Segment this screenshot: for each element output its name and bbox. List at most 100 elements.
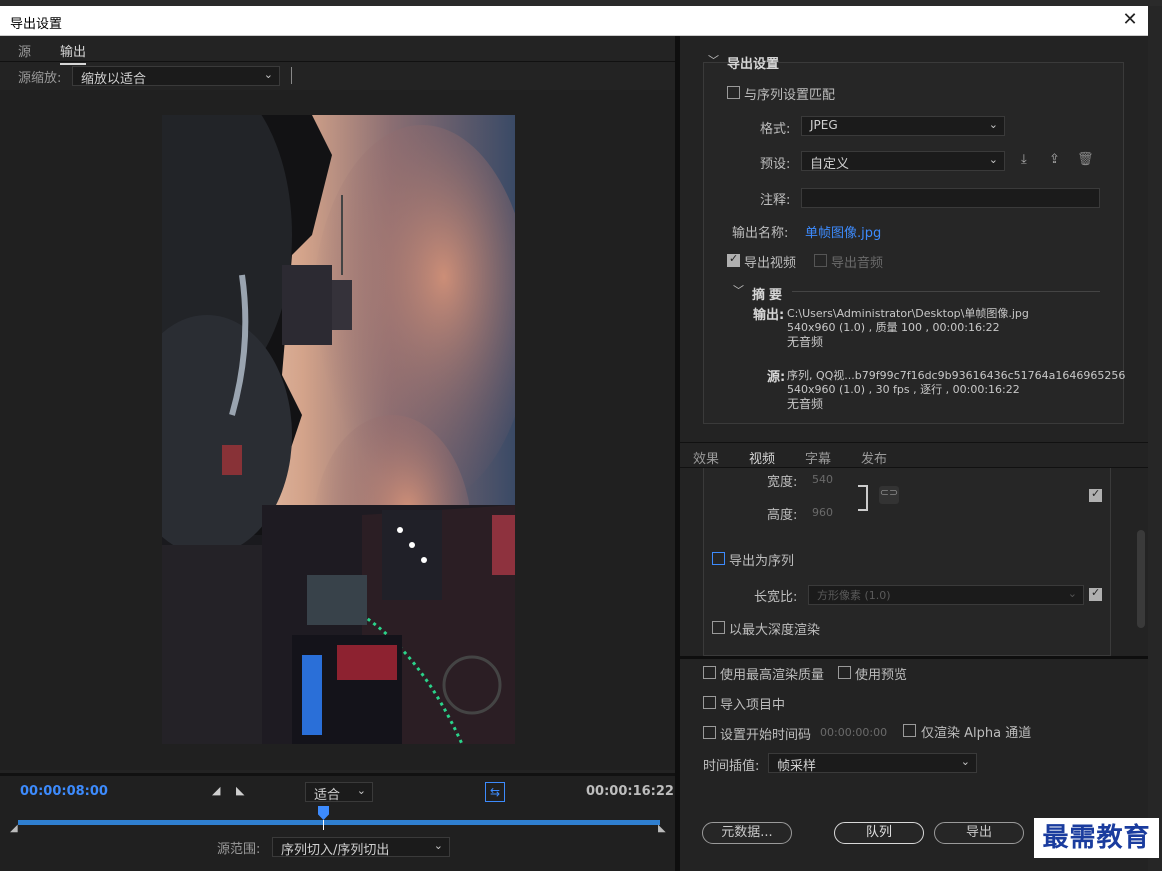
link-bracket	[858, 485, 868, 511]
dialog-title-bar: 导出设置 ✕	[0, 6, 1148, 36]
end-timecode: 00:00:16:22	[586, 784, 674, 799]
playhead-handle[interactable]	[318, 806, 329, 820]
export-button[interactable]: 导出	[934, 822, 1024, 844]
export-audio-checkbox[interactable]	[814, 254, 827, 267]
import-project-checkbox[interactable]	[703, 696, 716, 709]
alpha-only-checkbox[interactable]	[903, 724, 916, 737]
aspect-label: 长宽比:	[754, 590, 798, 605]
dialog-title: 导出设置	[10, 17, 63, 32]
source-zoom-value: 缩放以适合	[81, 72, 147, 87]
max-depth-checkbox[interactable]	[712, 621, 725, 634]
export-as-sequence-checkbox[interactable]	[712, 552, 725, 565]
source-range-value: 序列切入/序列切出	[281, 843, 390, 858]
tab-output[interactable]: 输出	[60, 41, 87, 65]
source-range-select[interactable]: 序列切入/序列切出 ⌄	[272, 837, 450, 858]
settings-tabs: 效果 视频 字幕 发布	[680, 442, 1148, 472]
link-dimensions-icon[interactable]: ⊂⊃	[879, 486, 899, 504]
max-quality-label: 使用最高渲染质量	[720, 668, 825, 683]
source-range-label: 源范围:	[217, 842, 261, 857]
aspect-toggle-icon[interactable]: ⇆	[485, 782, 505, 802]
tab-effects[interactable]: 效果	[693, 448, 719, 467]
comment-input[interactable]	[801, 188, 1100, 208]
format-value: JPEG	[810, 118, 838, 132]
interpolation-select[interactable]: 帧采样 ⌄	[768, 753, 977, 774]
summary-rule	[792, 291, 1100, 292]
chevron-down-icon[interactable]: ﹀	[733, 282, 744, 298]
watermark-logo: 最需教育	[1034, 818, 1159, 858]
out-point-handle[interactable]: ◣	[658, 823, 666, 834]
mark-in-icon[interactable]: ◢	[212, 784, 220, 797]
match-source-aspect-checkbox[interactable]	[1089, 586, 1102, 601]
playhead-line	[323, 820, 324, 830]
output-name-link[interactable]: 单帧图像.jpg	[805, 222, 881, 241]
fit-value: 适合	[314, 788, 341, 803]
summary-title: 摘要	[752, 288, 787, 303]
source-zoom-select[interactable]: 缩放以适合 ⌄	[72, 66, 280, 87]
export-settings-title: 导出设置	[727, 57, 780, 72]
background-app-edge	[1148, 6, 1162, 871]
match-sequence-checkbox[interactable]	[727, 86, 740, 99]
interpolation-label: 时间插值:	[703, 759, 760, 774]
save-preset-icon[interactable]: ⤓	[1021, 152, 1027, 167]
start-timecode-checkbox[interactable]	[703, 726, 716, 739]
chevron-down-icon: ⌄	[988, 153, 998, 166]
summary-source-audio: 无音频	[787, 397, 824, 411]
chevron-down-icon: ⌄	[988, 118, 998, 131]
delete-preset-icon[interactable]: 🗑	[1077, 152, 1094, 167]
current-timecode[interactable]: 00:00:08:00	[20, 784, 108, 799]
preview-tabs: 源 输出	[0, 36, 675, 65]
mark-out-icon[interactable]: ◣	[236, 784, 244, 797]
queue-button[interactable]: 队列	[834, 822, 924, 844]
zoom-separator	[291, 67, 292, 84]
width-label: 宽度:	[767, 475, 798, 490]
chevron-down-icon: ⌄	[433, 839, 443, 852]
chevron-down-icon[interactable]: ﹀	[708, 52, 719, 68]
format-select[interactable]: JPEG ⌄	[801, 116, 1005, 136]
match-sequence-label: 与序列设置匹配	[744, 88, 836, 103]
fit-select[interactable]: 适合 ⌄	[305, 782, 373, 803]
summary-source-label: 源:	[767, 370, 786, 385]
aspect-select[interactable]: 方形像素 (1.0) ⌄	[808, 585, 1084, 605]
tab-publish[interactable]: 发布	[861, 448, 887, 467]
max-depth-label: 以最大深度渲染	[729, 623, 821, 638]
timeline-panel: 00:00:08:00 ◢ ◣ 适合 ⌄ ⇆ 00:00:16:22 ◢ ◣ 源…	[0, 773, 675, 871]
settings-scrollbar[interactable]	[1137, 530, 1145, 628]
tab-captions[interactable]: 字幕	[805, 448, 831, 467]
source-zoom-label: 源缩放:	[18, 71, 62, 86]
height-value[interactable]: 960	[812, 506, 833, 519]
summary-output-label: 输出:	[753, 308, 785, 323]
comment-label: 注释:	[760, 193, 791, 208]
output-name-label: 输出名称:	[732, 226, 789, 241]
tab-source[interactable]: 源	[18, 41, 31, 60]
export-as-sequence-label: 导出为序列	[729, 554, 795, 569]
chevron-down-icon: ⌄	[263, 68, 273, 81]
summary-output-audio: 无音频	[787, 335, 824, 349]
use-preview-checkbox[interactable]	[838, 666, 851, 679]
export-video-checkbox[interactable]	[727, 252, 740, 267]
chevron-down-icon: ⌄	[960, 755, 970, 768]
alpha-only-label: 仅渲染 Alpha 通道	[921, 726, 1032, 741]
start-timecode-value[interactable]: 00:00:00:00	[820, 726, 887, 739]
close-icon[interactable]: ✕	[1120, 9, 1140, 30]
export-video-label: 导出视频	[744, 256, 797, 271]
bottom-divider	[680, 656, 1148, 659]
export-audio-label: 导出音频	[831, 256, 884, 271]
preview-frame-image	[162, 115, 515, 744]
aspect-value: 方形像素 (1.0)	[817, 589, 891, 602]
in-point-handle[interactable]: ◢	[10, 823, 18, 834]
timeline-range-bar[interactable]	[18, 820, 660, 825]
import-project-label: 导入项目中	[720, 698, 786, 713]
height-label: 高度:	[767, 508, 798, 523]
format-label: 格式:	[760, 122, 791, 137]
preset-select[interactable]: 自定义 ⌄	[801, 151, 1005, 172]
import-preset-icon[interactable]: ⇪	[1049, 152, 1060, 167]
preset-label: 预设:	[760, 157, 791, 172]
start-timecode-label: 设置开始时间码	[720, 728, 812, 743]
metadata-button[interactable]: 元数据...	[702, 822, 792, 844]
interpolation-value: 帧采样	[777, 759, 817, 774]
width-value[interactable]: 540	[812, 473, 833, 486]
max-quality-checkbox[interactable]	[703, 666, 716, 679]
preset-value: 自定义	[810, 157, 850, 172]
chevron-down-icon: ⌄	[356, 784, 366, 797]
match-source-dimensions-checkbox[interactable]	[1089, 487, 1102, 502]
